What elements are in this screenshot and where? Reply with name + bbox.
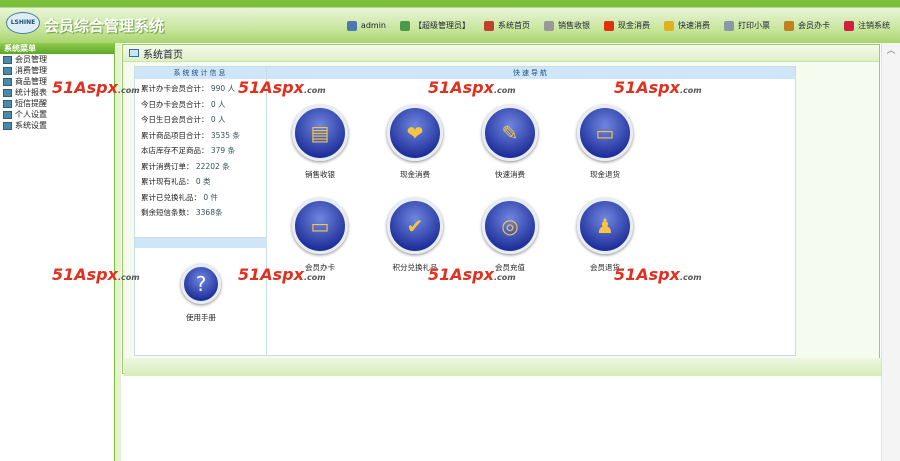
home-panel: 系统首页 系统统计信息 累计办卡会员合计： 990 人今日办卡会员合计： 0 人… [122,44,882,376]
menu-icon [3,88,12,97]
menu-icon [3,77,12,86]
fast-pay-icon [664,20,674,31]
sidebar-item[interactable]: 短信提醒 [0,98,114,109]
help-section: ? 使用手册 [135,237,267,355]
user-icon [346,20,357,31]
users-icon [400,20,410,31]
print-icon [724,20,734,31]
menu-icon [3,66,12,75]
menu-icon [3,121,12,130]
stat-row: 累计消费订单： 22202 条 [141,161,230,171]
help-manual-button[interactable]: ? 使用手册 [166,264,236,323]
stat-row: 本店库存不足商品： 379 条 [141,146,236,155]
quick-nav-item[interactable]: ♟ 会员退货 [570,198,640,273]
page-title: 系统首页 [143,49,183,61]
stats-box: 系统统计信息 累计办卡会员合计： 990 人今日办卡会员合计： 0 人今日生日会… [135,67,267,355]
sidebar-item[interactable]: 消费管理 [0,65,114,76]
member-card-icon: ▭ [292,198,348,254]
stat-row: 今日办卡会员合计： 0 人 [141,99,226,109]
quick-nav: 快速导航 ▤ 销售收银 ❤ 现金消费 ✎ 快速消费 ▭ 现金退货 ▭ 会员办卡 ✔ 积分兑换礼品 ◎ 会员… [267,67,795,355]
stat-row: 累计办卡会员合计： 990 人 [141,84,236,93]
top-nav-item[interactable]: 打印小票 [724,20,770,31]
panel-footer [124,358,882,376]
home-icon [484,20,494,31]
top-nav-item[interactable]: 会员办卡 [784,20,830,31]
window-icon [129,49,139,57]
top-nav-item[interactable]: admin [346,20,386,31]
recharge-icon: ◎ [482,198,538,254]
quick-nav-item[interactable]: ▤ 销售收银 [285,105,355,180]
stat-row: 累计商品项目合计： 3535 条 [141,130,240,140]
quick-nav-title: 快速导航 [267,67,795,79]
quick-nav-item[interactable]: ◎ 会员充值 [475,198,545,273]
sidebar-title: 系统菜单 [0,43,114,54]
stat-row: 累计已兑换礼品： 0 件 [141,192,219,202]
top-nav-item[interactable]: 快速消费 [664,20,710,31]
sidebar-item[interactable]: 系统设置 [0,120,114,131]
sidebar-item[interactable]: 会员管理 [0,54,114,65]
top-nav-item[interactable]: 销售收银 [544,20,590,31]
sidebar-item[interactable]: 商品管理 [0,76,114,87]
top-nav-item[interactable]: 注销系统 [844,20,890,31]
quick-nav-item[interactable]: ✔ 积分兑换礼品 [380,198,450,273]
header: LSHINE 会员综合管理系统 admin 【超级管理员】 系统首页 销售收银 现金消费… [0,0,900,43]
quick-nav-item[interactable]: ▭ 会员办卡 [285,198,355,273]
points-exchange-icon: ✔ [387,198,443,254]
cash-register-icon: ▤ [292,105,348,161]
cashier-icon [544,20,554,31]
card-icon [784,20,794,31]
sidebar-item[interactable]: 个人设置 [0,109,114,120]
top-nav-item[interactable]: 【超级管理员】 [400,20,470,31]
stat-row: 剩余短信条数： 3368条 [141,208,223,217]
top-nav-item[interactable]: 现金消费 [604,20,650,31]
member-return-icon: ♟ [577,198,633,254]
quick-nav-item[interactable]: ❤ 现金消费 [380,105,450,180]
gift-coins-icon: ❤ [387,105,443,161]
top-nav: admin 【超级管理员】 系统首页 销售收银 现金消费 快速消费 打印小票 会员办卡 注销系统 [346,20,890,31]
cash-icon [604,20,614,31]
logo: LSHINE [6,12,40,34]
menu-icon [3,110,12,119]
app-title: 会员综合管理系统 [44,17,165,35]
main-content: 系统首页 系统统计信息 累计办卡会员合计： 990 人今日办卡会员合计： 0 人… [121,43,882,461]
sidebar-item[interactable]: 统计报表 [0,87,114,98]
quick-nav-item[interactable]: ✎ 快速消费 [475,105,545,180]
sidebar: 系统菜单 会员管理 消费管理 商品管理 统计报表 短信提醒 个人设置 系统设置 [0,43,115,461]
card-return-icon: ▭ [577,105,633,161]
mouse-book-icon: ✎ [482,105,538,161]
help-icon: ? [181,264,221,304]
scroll-up-icon[interactable]: ︿ [882,43,900,59]
scrollbar[interactable]: ︿ [881,43,900,461]
menu-icon [3,55,12,64]
top-nav-item[interactable]: 系统首页 [484,20,530,31]
logout-icon [844,20,854,31]
stat-row: 累计现有礼品： 0 类 [141,177,211,186]
menu-icon [3,99,12,108]
stats-title: 系统统计信息 [135,67,266,79]
stat-row: 今日生日会员合计： 0 人 [141,115,226,124]
quick-nav-item[interactable]: ▭ 现金退货 [570,105,640,180]
